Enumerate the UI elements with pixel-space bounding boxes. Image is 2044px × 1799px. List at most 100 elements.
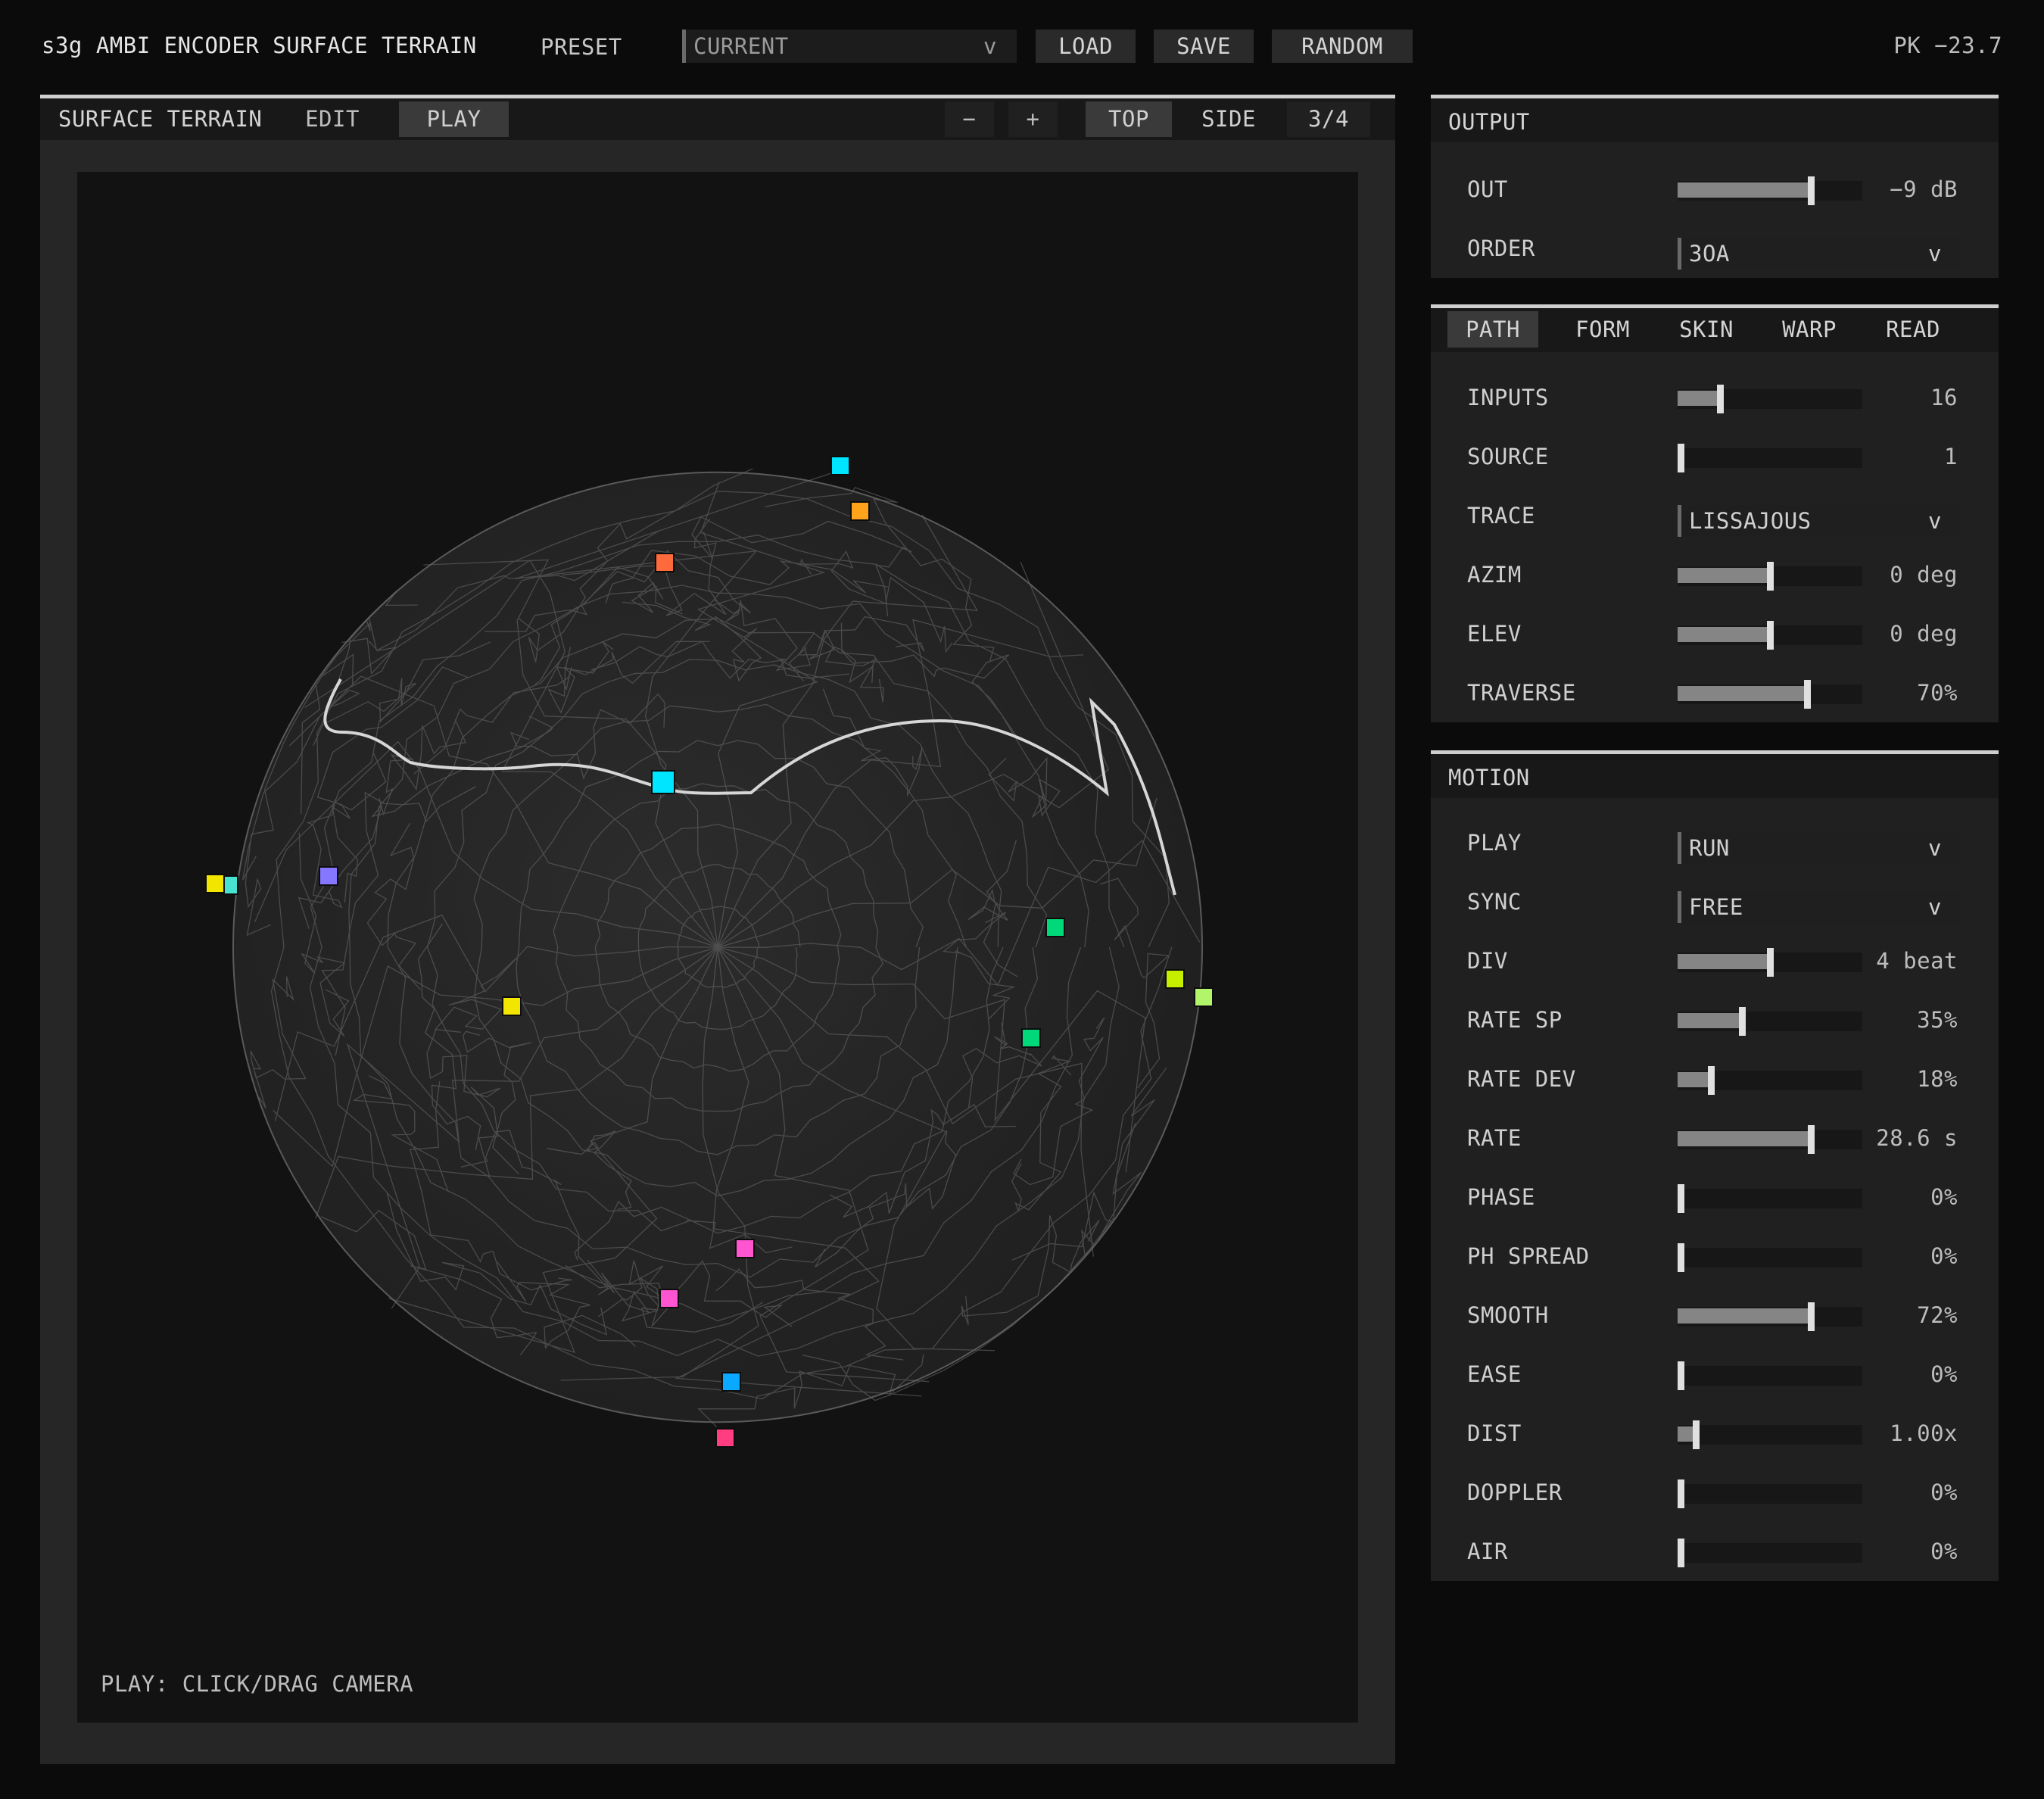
motion-ease-slider-thumb[interactable] <box>1678 1361 1684 1390</box>
view-title: SURFACE TERRAIN <box>58 106 263 132</box>
output-order-select[interactable]: 3OA v <box>1678 238 1961 270</box>
source-marker-8[interactable] <box>205 874 225 893</box>
motion-air-slider-thumb[interactable] <box>1678 1539 1684 1567</box>
source-marker-2[interactable] <box>830 456 850 475</box>
path-traverse-slider[interactable] <box>1678 680 1862 709</box>
source-marker-14[interactable] <box>659 1289 679 1308</box>
tab-edit[interactable]: EDIT <box>288 101 377 137</box>
motion-phase-slider[interactable] <box>1678 1184 1862 1213</box>
motion-air-value: 0% <box>1930 1539 1958 1564</box>
terrain-canvas[interactable] <box>77 172 1358 1723</box>
output-out-slider-thumb[interactable] <box>1807 176 1815 205</box>
path-azim-slider[interactable] <box>1678 562 1862 591</box>
motion-sync-select[interactable]: FREE v <box>1678 891 1961 923</box>
view-side-button[interactable]: SIDE <box>1186 101 1272 137</box>
path-elev-slider-thumb[interactable] <box>1767 621 1774 650</box>
tab-path[interactable]: PATH <box>1447 311 1538 348</box>
path-elev-slider[interactable] <box>1678 621 1862 650</box>
path-trace-select[interactable]: LISSAJOUS v <box>1678 505 1961 537</box>
motion-doppler-slider-thumb[interactable] <box>1678 1479 1684 1508</box>
path-inputs-slider[interactable] <box>1678 385 1862 413</box>
path-source-slider-thumb[interactable] <box>1678 444 1684 472</box>
tab-form[interactable]: FORM <box>1553 311 1652 348</box>
motion-doppler-slider[interactable] <box>1678 1479 1862 1508</box>
source-marker-15[interactable] <box>721 1372 741 1392</box>
peak-meter: PK −23.7 <box>1893 33 2002 58</box>
motion-rate-slider-thumb[interactable] <box>1807 1125 1815 1154</box>
source-marker-11[interactable] <box>1165 969 1185 989</box>
output-out-slider[interactable] <box>1678 176 1862 205</box>
path-traverse-slider-thumb[interactable] <box>1803 680 1811 709</box>
source-marker-1[interactable] <box>655 553 675 572</box>
motion-rate-sp-slider-fill <box>1678 1013 1743 1028</box>
path-trace-label: TRACE <box>1467 503 1535 528</box>
output-order-select-value: 3OA <box>1689 240 1730 267</box>
path-inputs-slider-thumb[interactable] <box>1717 385 1725 413</box>
random-button[interactable]: RANDOM <box>1272 30 1413 63</box>
motion-air-slider[interactable] <box>1678 1539 1862 1567</box>
motion-play-select[interactable]: RUN v <box>1678 832 1961 864</box>
motion-sync-select-value: FREE <box>1689 893 1743 920</box>
motion-div-slider[interactable] <box>1678 948 1862 977</box>
view-hint: PLAY: CLICK/DRAG CAMERA <box>101 1671 414 1697</box>
motion-rate-sp-slider-thumb[interactable] <box>1739 1007 1746 1036</box>
zoom-out-button[interactable]: − <box>945 101 994 137</box>
motion-phase-value: 0% <box>1930 1184 1958 1210</box>
tab-play[interactable]: PLAY <box>399 101 509 137</box>
motion-ph-spread-value: 0% <box>1930 1243 1958 1269</box>
chevron-down-icon: v <box>1928 893 1942 920</box>
source-marker-3[interactable] <box>850 501 870 521</box>
path-inputs-label: INPUTS <box>1467 385 1549 410</box>
output-out-value: −9 dB <box>1890 176 1958 202</box>
motion-doppler-label: DOPPLER <box>1467 1479 1563 1505</box>
motion-smooth-slider-thumb[interactable] <box>1807 1302 1815 1331</box>
motion-ph-spread-slider-thumb[interactable] <box>1678 1243 1684 1272</box>
motion-dist-slider-thumb[interactable] <box>1693 1420 1700 1449</box>
motion-rate-sp-label: RATE SP <box>1467 1007 1563 1033</box>
tab-read[interactable]: READ <box>1864 311 1962 348</box>
motion-rate-sp-slider[interactable] <box>1678 1007 1862 1036</box>
motion-dist-value: 1.00x <box>1890 1420 1958 1446</box>
path-azim-slider-thumb[interactable] <box>1767 562 1774 591</box>
tab-warp[interactable]: WARP <box>1761 311 1858 348</box>
source-marker-16[interactable] <box>715 1428 735 1448</box>
motion-dist-slider[interactable] <box>1678 1420 1862 1449</box>
source-marker-9[interactable] <box>1045 918 1065 937</box>
save-button[interactable]: SAVE <box>1154 30 1254 63</box>
source-marker-13[interactable] <box>735 1239 755 1258</box>
path-traverse-value: 70% <box>1917 680 1958 706</box>
preset-select[interactable]: CURRENT v <box>682 30 1017 63</box>
motion-rate-dev-slider[interactable] <box>1678 1066 1862 1095</box>
path-source-slider[interactable] <box>1678 444 1862 472</box>
motion-ease-slider[interactable] <box>1678 1361 1862 1390</box>
tab-skin[interactable]: SKIN <box>1658 311 1755 348</box>
motion-rate-dev-slider-thumb[interactable] <box>1707 1066 1715 1095</box>
motion-div-slider-thumb[interactable] <box>1767 948 1774 977</box>
source-marker-6[interactable] <box>502 996 522 1016</box>
source-marker-4[interactable] <box>651 770 675 794</box>
motion-rate-dev-slider-fill <box>1678 1072 1711 1087</box>
path-elev-slider-fill <box>1678 627 1770 642</box>
path-traverse-slider-fill <box>1678 686 1807 701</box>
chevron-down-icon: v <box>1928 834 1942 861</box>
preset-value: CURRENT <box>693 33 789 59</box>
path-panel: PATH FORM SKIN WARP READ INPUTS 16 SOURCE 1 TRAC… <box>1431 304 1999 722</box>
motion-sync-label: SYNC <box>1467 889 1522 915</box>
view-top-button[interactable]: TOP <box>1086 101 1172 137</box>
path-inputs-value: 16 <box>1930 385 1958 410</box>
motion-rate-slider[interactable] <box>1678 1125 1862 1154</box>
terrain-sphere <box>205 456 1214 1448</box>
source-marker-10[interactable] <box>1021 1028 1041 1048</box>
motion-ease-value: 0% <box>1930 1361 1958 1387</box>
path-azim-label: AZIM <box>1467 562 1522 588</box>
load-button[interactable]: LOAD <box>1036 30 1136 63</box>
motion-phase-slider-thumb[interactable] <box>1678 1184 1684 1213</box>
source-marker-12[interactable] <box>1194 987 1214 1007</box>
zoom-in-button[interactable]: + <box>1008 101 1058 137</box>
motion-ph-spread-slider[interactable] <box>1678 1243 1862 1272</box>
view-three-quarter-button[interactable]: 3/4 <box>1287 101 1370 137</box>
source-marker-5[interactable] <box>319 866 338 886</box>
motion-smooth-slider[interactable] <box>1678 1302 1862 1331</box>
output-order-label: ORDER <box>1467 235 1535 261</box>
motion-panel: MOTION PLAY RUN v SYNC FREE v DIV 4 beat RATE SP… <box>1431 750 1999 1581</box>
